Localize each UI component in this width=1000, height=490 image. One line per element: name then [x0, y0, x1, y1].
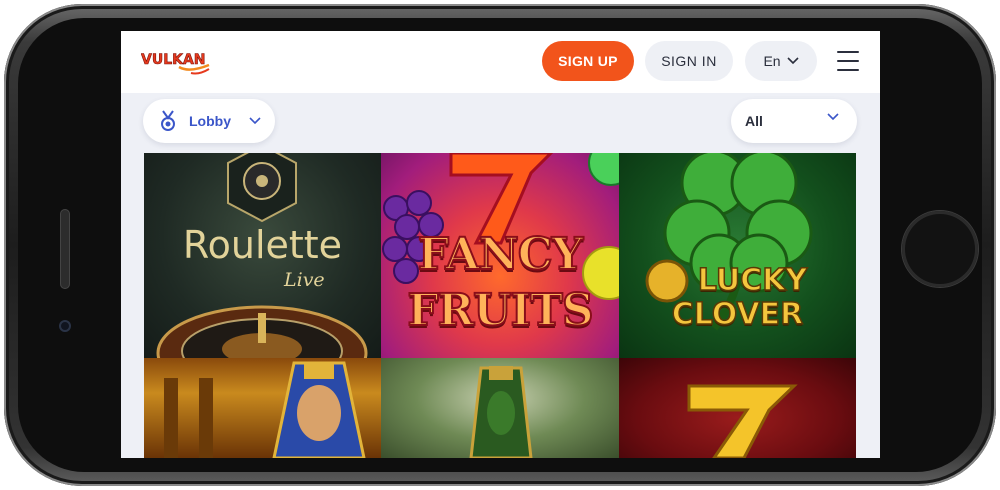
game-tile-green-pharaoh[interactable]	[381, 358, 619, 458]
sign-in-button[interactable]: SIGN IN	[645, 41, 733, 81]
game-title-line1: FANCY	[417, 228, 584, 281]
seven-artwork	[687, 384, 798, 458]
chevron-down-icon	[827, 113, 839, 121]
medal-icon	[161, 110, 175, 131]
pharaoh-artwork	[164, 361, 366, 458]
provider-label: All	[745, 113, 763, 129]
filter-bar: Lobby All	[121, 93, 880, 153]
phone-home-button	[902, 211, 978, 287]
game-title-line1: LUCKY	[697, 262, 808, 299]
phone-speaker	[60, 209, 70, 289]
game-tile-seven[interactable]	[619, 358, 856, 458]
provider-dropdown[interactable]: All	[731, 99, 857, 143]
phone-camera	[59, 320, 71, 332]
chevron-down-icon	[249, 117, 261, 125]
game-title: Roulette	[182, 223, 343, 267]
language-selector[interactable]: En	[745, 41, 817, 81]
category-label: Lobby	[189, 113, 231, 129]
game-tile-lucky-clover[interactable]: LUCKY CLOVER	[619, 153, 856, 358]
green-pharaoh-artwork	[469, 366, 533, 458]
menu-icon[interactable]	[837, 51, 859, 71]
sign-up-button[interactable]: SIGN UP	[542, 41, 634, 81]
phone-screen: VULKAN SIGN UP SIGN IN En Lobby All Roul…	[121, 31, 880, 458]
game-tile-pharaoh[interactable]	[144, 358, 381, 458]
game-tile-roulette-live[interactable]: Roulette Live	[144, 153, 381, 358]
game-tile-fancy-fruits[interactable]: FANCY FRUITS	[381, 153, 619, 358]
game-title-line2: FRUITS	[406, 284, 594, 337]
chevron-down-icon	[786, 57, 799, 65]
vulkan-logo[interactable]: VULKAN	[141, 49, 213, 77]
svg-text:VULKAN: VULKAN	[141, 52, 206, 68]
games-grid: Roulette Live FANCY FRUITS LUCKY CLOVER	[144, 153, 856, 458]
game-title-line2: CLOVER	[671, 296, 804, 333]
game-subtitle: Live	[284, 269, 325, 291]
site-header: VULKAN SIGN UP SIGN IN En	[121, 31, 880, 93]
language-label: En	[763, 53, 781, 69]
category-dropdown[interactable]: Lobby	[143, 99, 275, 143]
